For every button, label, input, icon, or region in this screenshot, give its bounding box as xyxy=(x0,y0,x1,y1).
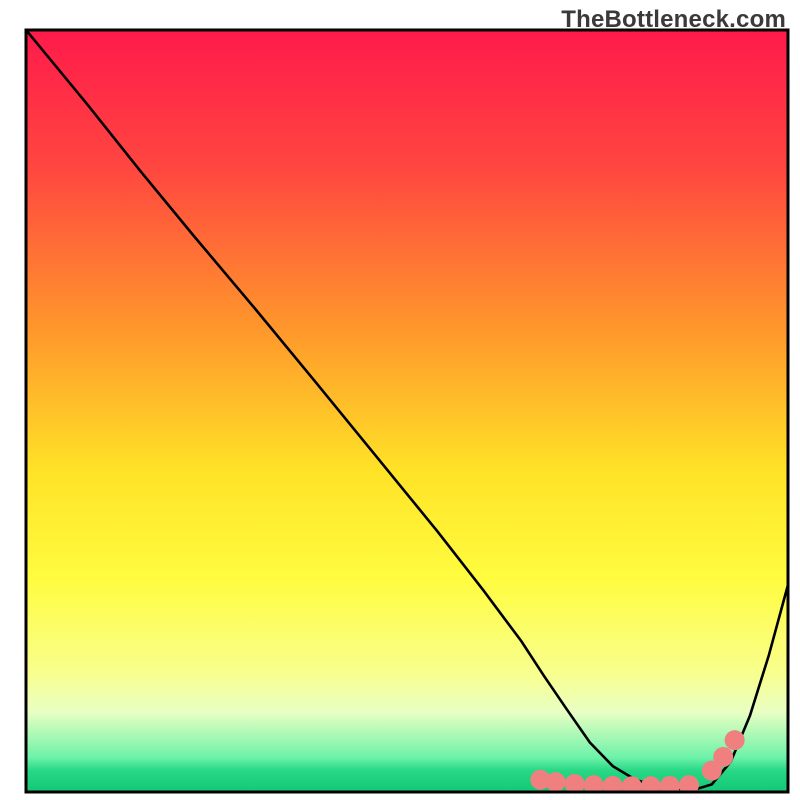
watermark-text: TheBottleneck.com xyxy=(561,6,786,34)
plot-area xyxy=(26,30,788,796)
heat-gradient xyxy=(26,30,788,792)
marker-dot xyxy=(713,747,733,767)
bottleneck-plot xyxy=(0,0,800,800)
marker-dot xyxy=(546,772,566,792)
chart-stage: TheBottleneck.com xyxy=(0,0,800,800)
marker-dot xyxy=(725,730,745,750)
